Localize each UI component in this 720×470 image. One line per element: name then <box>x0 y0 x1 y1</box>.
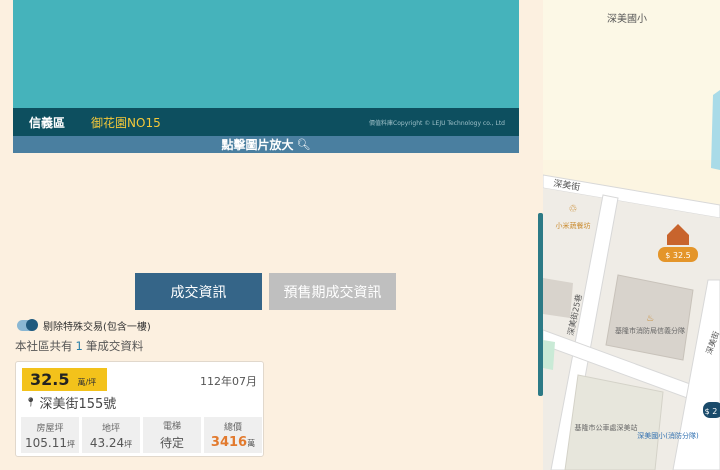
stat-value-unit: 萬 <box>247 439 256 448</box>
map-label-fire-station: 基隆市消防局信義分隊 <box>615 326 685 335</box>
stat-label: 地坪 <box>101 423 120 434</box>
stat-label: 房屋坪 <box>36 423 64 434</box>
copyright-text: 價值料庫Copyright © LEJU Technology co., Ltd <box>369 119 505 127</box>
stat-value: 3416萬 <box>211 435 255 450</box>
unit-price-value: 32.5 <box>30 370 70 389</box>
map-price-badge-1: $ 32.5 <box>665 251 690 260</box>
unit-price-badge: 32.5 萬/坪 <box>22 368 107 391</box>
map-label-school-2: 深美國小(消防分隊) <box>637 431 699 440</box>
special-trade-filter: 剔除特殊交易(包含一樓) <box>17 318 151 333</box>
toggle-knob <box>26 319 38 331</box>
stat-value: 105.11坪 <box>25 436 75 450</box>
deal-address-text: 深美街155號 <box>39 397 117 412</box>
stat-building-area: 房屋坪 105.11坪 <box>21 417 79 453</box>
deal-count-summary: 本社區共有 1 筆成交資料 <box>15 338 143 354</box>
zoom-photo-label: 點擊圖片放大 <box>221 138 294 152</box>
deal-date: 112年07月 <box>200 375 257 388</box>
stat-value-number: 43.24 <box>89 435 125 450</box>
stat-value-number: 105.11 <box>25 435 67 450</box>
deal-stats: 房屋坪 105.11坪 地坪 43.24坪 電梯 待定 總價 3416萬 <box>21 417 262 453</box>
map-panel[interactable]: 深美國小 深美街 ♲︎ 小米蔬餐坊 $ 32.5 深美街25巷 ♨︎ 基隆市消防… <box>543 0 720 470</box>
parking-lot <box>564 374 664 470</box>
left-panel: 信義區 御花園NO15 價值料庫Copyright © LEJU Technol… <box>0 0 543 470</box>
fire-station-icon: ♨︎ <box>646 314 654 324</box>
special-trade-toggle[interactable] <box>17 319 38 331</box>
stat-value: 43.24坪 <box>90 436 132 450</box>
unit-price-unit: 萬/坪 <box>77 378 97 387</box>
photo-caption-bar: 信義區 御花園NO15 價值料庫Copyright © LEJU Technol… <box>13 108 519 136</box>
stat-value: 待定 <box>160 434 184 451</box>
special-trade-toggle-label: 剔除特殊交易(包含一樓) <box>43 322 151 333</box>
building-left <box>543 278 573 318</box>
map-price-badge-2: $ 2 <box>705 407 718 416</box>
summary-suffix: 筆成交資料 <box>85 339 144 353</box>
stat-label: 電梯 <box>162 422 181 432</box>
map-label-parking: 基隆市公車處深美站 <box>575 423 638 432</box>
stat-total-price: 總價 3416萬 <box>204 417 262 453</box>
zoom-photo-button[interactable]: 點擊圖片放大 🔍︎ <box>13 136 519 153</box>
stat-value-unit: 坪 <box>67 439 75 449</box>
community-name: 御花園NO15 <box>91 115 161 130</box>
stat-land-area: 地坪 43.24坪 <box>82 417 140 453</box>
deal-address: 📍︎ 深美街155號 <box>25 393 116 412</box>
location-pin-icon: 📍︎ <box>25 397 37 408</box>
stat-value-number: 3416 <box>210 435 248 450</box>
deal-record-card[interactable]: 32.5 萬/坪 112年07月 📍︎ 深美街155號 房屋坪 105.11坪 … <box>15 361 264 457</box>
tab-deal-info[interactable]: 成交資訊 <box>135 273 262 310</box>
tab-presale-info[interactable]: 預售期成交資訊 <box>269 273 396 310</box>
stat-value-number: 待定 <box>159 436 184 450</box>
magnifier-icon: 🔍︎ <box>296 138 311 151</box>
green-area <box>543 340 555 370</box>
map-label-school: 深美國小 <box>607 12 647 25</box>
map-canvas[interactable]: 深美國小 深美街 ♲︎ 小米蔬餐坊 $ 32.5 深美街25巷 ♨︎ 基隆市消防… <box>543 0 720 470</box>
summary-count: 1 <box>75 339 83 353</box>
stat-value-unit: 坪 <box>124 439 133 449</box>
summary-prefix: 本社區共有 <box>15 339 73 353</box>
stat-label: 總價 <box>223 423 242 433</box>
community-photo[interactable] <box>13 0 519 108</box>
utensils-icon: ♲︎ <box>569 204 578 215</box>
stat-elevator: 電梯 待定 <box>143 417 201 453</box>
map-label-restaurant: 小米蔬餐坊 <box>556 221 591 230</box>
district-label: 信義區 <box>29 115 66 130</box>
